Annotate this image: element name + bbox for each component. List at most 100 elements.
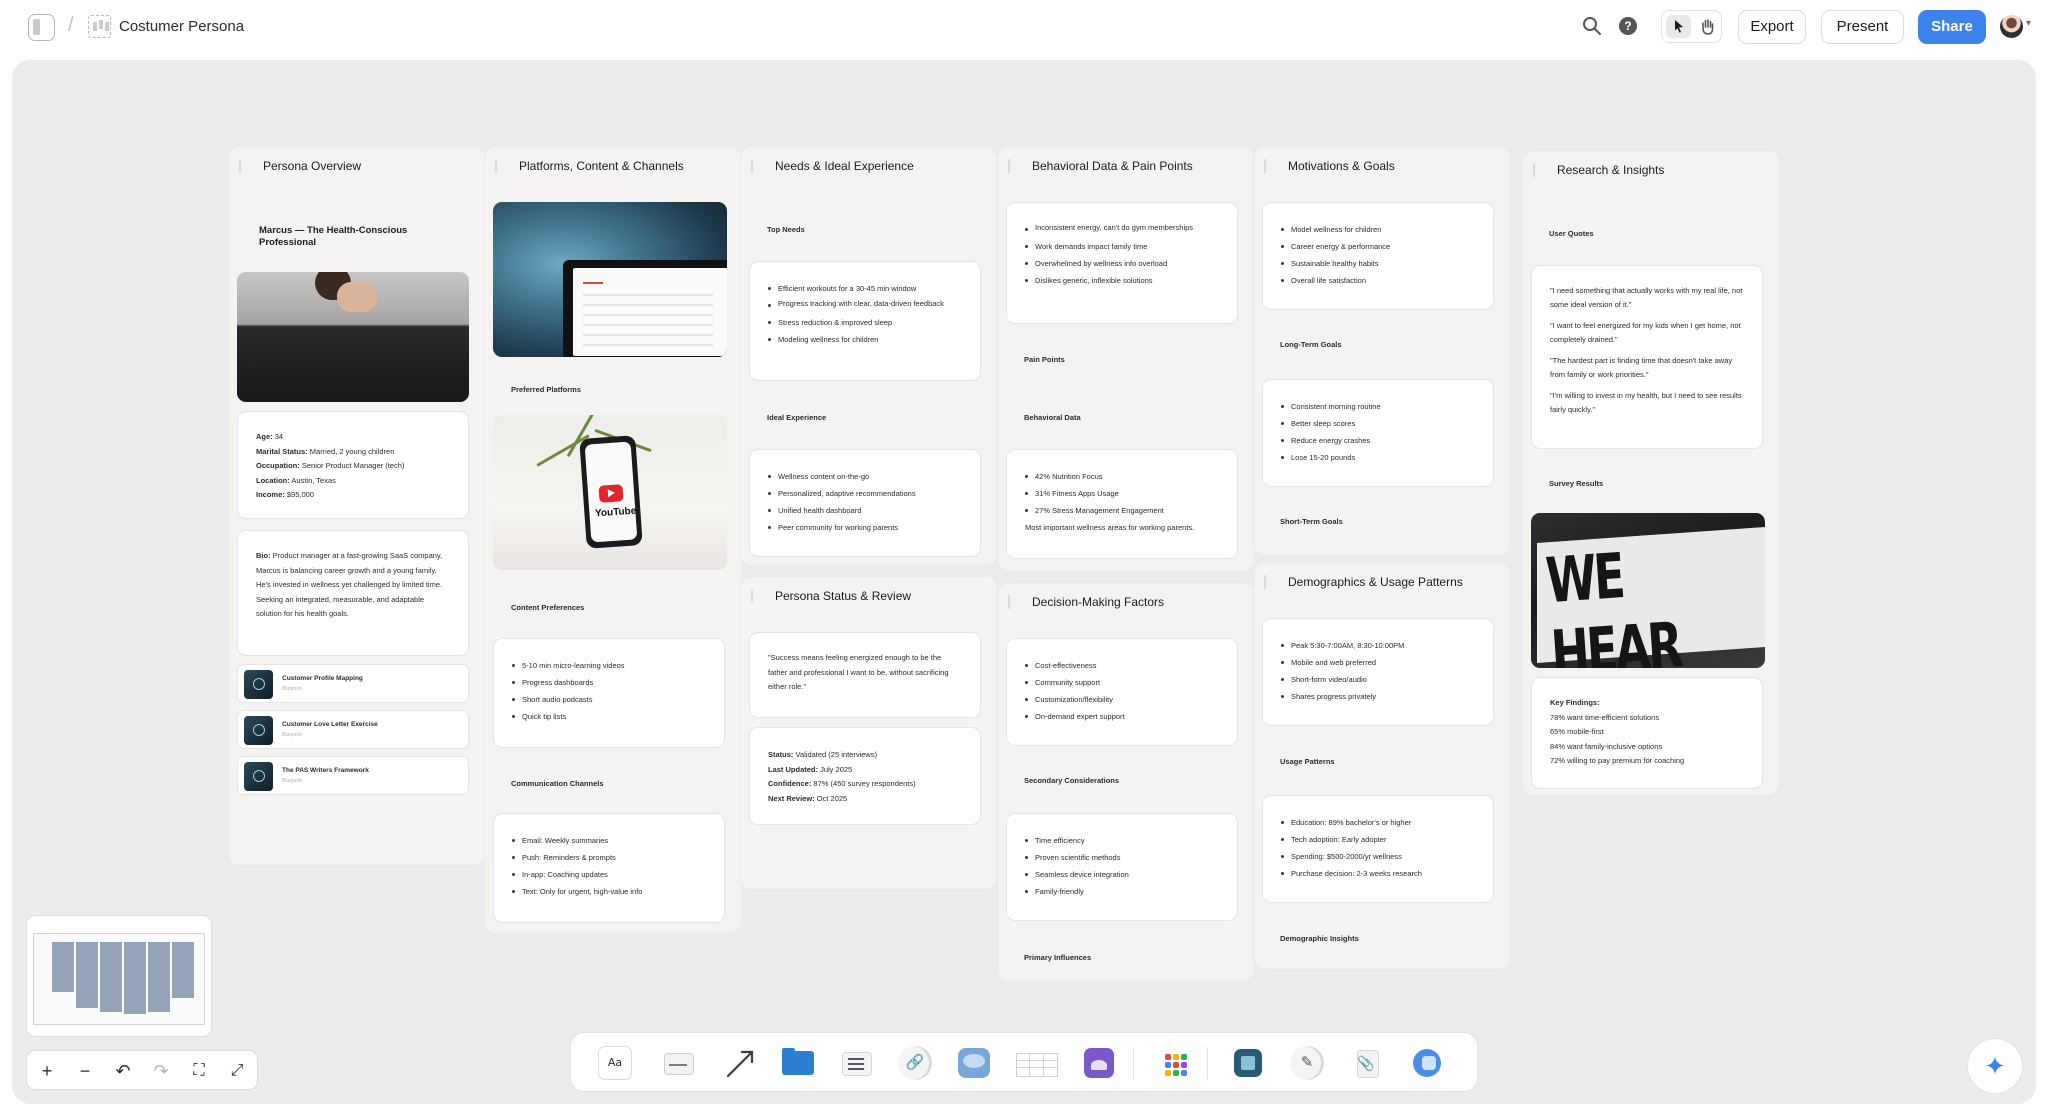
frame-tool-icon[interactable]	[1231, 1046, 1265, 1080]
export-button[interactable]: Export	[1738, 10, 1806, 44]
text-tool-icon[interactable]: Aa	[598, 1046, 632, 1080]
bio-label: Bio:	[256, 551, 271, 560]
demographic-row: Occupation: Senior Product Manager (tech…	[256, 461, 405, 470]
note-tool-icon[interactable]	[661, 1046, 695, 1080]
pen-tool-icon[interactable]: ✎	[1290, 1046, 1324, 1080]
short-term-goals-heading: Short-Term Goals	[1280, 517, 1343, 526]
column-title: Demographics & Usage Patterns	[1264, 575, 1463, 589]
resource-card[interactable]: The PAS Writers Framework Blueprint	[237, 756, 469, 795]
demographic-row: Income: $95,000	[256, 490, 314, 499]
communication-channels-card[interactable]: Email: Weekly summaries Push: Reminders …	[493, 813, 725, 923]
status-quote-card[interactable]: "Success means feeling energized enough …	[749, 632, 981, 718]
ai-assistant-button[interactable]: ✦	[1967, 1038, 2023, 1094]
demographic-insights-heading: Demographic Insights	[1280, 934, 1359, 943]
undo-button[interactable]: ↶	[111, 1059, 135, 1083]
fullscreen-button[interactable]: ⤢	[225, 1059, 249, 1083]
hand-icon[interactable]	[1695, 15, 1720, 38]
sidebar-toggle-icon[interactable]	[28, 14, 55, 41]
camera-tool-icon[interactable]	[1411, 1046, 1445, 1080]
demographic-insights-card[interactable]: Education: 89% bachelor's or higher Tech…	[1262, 795, 1494, 903]
minimap[interactable]	[26, 915, 212, 1037]
column-persona-overview[interactable]: Persona Overview Marcus — The Health-Con…	[228, 146, 486, 866]
resource-card[interactable]: Customer Profile Mapping Blueprint	[237, 664, 469, 703]
resource-thumbnail	[244, 716, 273, 745]
fit-to-screen-button[interactable]: ⛶	[187, 1059, 211, 1083]
column-title: Persona Status & Review	[751, 589, 911, 603]
column-behavioral[interactable]: Behavioral Data & Pain Points Inconsiste…	[997, 146, 1255, 572]
board-canvas[interactable]: Persona Overview Marcus — The Health-Con…	[12, 60, 2036, 1104]
persona-photo[interactable]	[237, 272, 469, 402]
demographic-row: Marital Status: Married, 2 young childre…	[256, 446, 395, 456]
pain-points-card[interactable]: Inconsistent energy, can't do gym member…	[1006, 202, 1238, 324]
primary-factors-card[interactable]: Cost-effectiveness Community support Cus…	[1006, 638, 1238, 746]
column-research[interactable]: Research & Insights User Quotes "I need …	[1522, 150, 1780, 796]
column-platforms[interactable]: Platforms, Content & Channels Preferred …	[484, 146, 742, 934]
youtube-photo[interactable]: YouTube	[493, 415, 727, 570]
content-preferences-card[interactable]: 5-10 min micro-learning videos Progress …	[493, 638, 725, 748]
table-tool-icon[interactable]	[1016, 1046, 1058, 1080]
avatar[interactable]	[2000, 15, 2023, 38]
status-details-card[interactable]: Status: Validated (25 interviews) Last U…	[749, 727, 981, 825]
chevron-down-icon[interactable]: ▾	[2026, 18, 2031, 29]
column-demographics[interactable]: Demographics & Usage Patterns Peak 5:30-…	[1253, 562, 1511, 970]
image-tool-icon[interactable]	[1082, 1046, 1116, 1080]
secondary-considerations-heading: Secondary Considerations	[1024, 776, 1120, 785]
primary-influences-heading: Primary Influences	[1024, 953, 1092, 962]
usage-patterns-card[interactable]: Peak 5:30-7:00AM, 8:30-10:00PM Mobile an…	[1262, 618, 1494, 726]
survey-photo[interactable]: WE HEAR YOU.	[1531, 513, 1765, 668]
help-icon[interactable]: ?	[1619, 17, 1637, 35]
resource-thumbnail	[244, 670, 273, 699]
column-persona-status[interactable]: Persona Status & Review "Success means f…	[740, 576, 998, 890]
todo-tool-icon[interactable]	[839, 1046, 873, 1080]
column-needs[interactable]: Needs & Ideal Experience Top Needs Effic…	[740, 146, 998, 566]
behavioral-data-heading: Behavioral Data	[1024, 413, 1081, 422]
demographic-row: Age: 34	[256, 432, 284, 441]
board-icon	[88, 15, 111, 38]
zoom-out-button[interactable]: −	[73, 1059, 97, 1083]
content-preferences-heading: Content Preferences	[511, 603, 585, 612]
link-tool-icon[interactable]: 🔗	[898, 1046, 932, 1080]
column-motivations[interactable]: Motivations & Goals Model wellness for c…	[1253, 146, 1511, 556]
demographics-card[interactable]: Age: 34 Marital Status: Married, 2 young…	[237, 411, 469, 519]
bio-text: Product manager at a fast-growing SaaS c…	[256, 551, 443, 618]
column-title: Motivations & Goals	[1264, 159, 1395, 173]
attachment-tool-icon[interactable]: 📎	[1349, 1046, 1383, 1080]
ideal-experience-card[interactable]: Wellness content on-the-go Personalized,…	[749, 449, 981, 557]
long-term-goals-card[interactable]: Model wellness for children Career energ…	[1262, 202, 1494, 310]
apps-tool-icon[interactable]	[1159, 1046, 1193, 1080]
top-needs-heading: Top Needs	[767, 225, 805, 234]
arrow-tool-icon[interactable]	[723, 1046, 757, 1080]
behavioral-data-card[interactable]: 42% Nutrition Focus 31% Fitness Apps Usa…	[1006, 449, 1238, 559]
platform-photo[interactable]	[493, 202, 727, 357]
persona-name: Marcus — The Health-Conscious Profession…	[259, 225, 408, 248]
column-title: Needs & Ideal Experience	[751, 159, 914, 173]
long-term-goals-heading: Long-Term Goals	[1280, 340, 1342, 349]
column-title: Behavioral Data & Pain Points	[1008, 159, 1193, 173]
column-title: Platforms, Content & Channels	[495, 159, 684, 173]
bio-card[interactable]: Bio: Product manager at a fast-growing S…	[237, 530, 469, 656]
short-term-goals-card[interactable]: Consistent morning routine Better sleep …	[1262, 379, 1494, 487]
board-title[interactable]: Costumer Persona	[119, 18, 244, 35]
redo-button[interactable]: ↷	[149, 1059, 173, 1083]
pointer-icon[interactable]	[1666, 15, 1691, 38]
resource-card[interactable]: Customer Love Letter Exercise Blueprint	[237, 710, 469, 749]
usage-patterns-heading: Usage Patterns	[1280, 757, 1335, 766]
minimap-viewport[interactable]	[33, 933, 205, 1025]
folder-tool-icon[interactable]	[781, 1046, 815, 1080]
user-quotes-card[interactable]: "I need something that actually works wi…	[1531, 265, 1763, 449]
column-decision-factors[interactable]: Decision-Making Factors Cost-effectivene…	[997, 582, 1255, 982]
comment-tool-icon[interactable]	[957, 1046, 991, 1080]
preferred-platforms-heading: Preferred Platforms	[511, 385, 582, 394]
secondary-considerations-card[interactable]: Time efficiency Proven scientific method…	[1006, 813, 1238, 921]
zoom-in-button[interactable]: +	[35, 1059, 59, 1083]
zoom-controls: + − ↶ ↷ ⛶ ⤢	[26, 1050, 258, 1090]
toolbar-divider	[1207, 1047, 1208, 1079]
column-title: Research & Insights	[1533, 163, 1664, 177]
column-title: Persona Overview	[239, 159, 361, 173]
search-icon[interactable]	[1582, 16, 1602, 36]
key-findings-card[interactable]: Key Findings: 78% want time-efficient so…	[1531, 677, 1763, 789]
top-needs-card[interactable]: Efficient workouts for a 30-45 min windo…	[749, 261, 981, 381]
share-button[interactable]: Share	[1918, 10, 1986, 44]
youtube-logo-icon	[598, 484, 624, 503]
present-button[interactable]: Present	[1821, 10, 1904, 44]
